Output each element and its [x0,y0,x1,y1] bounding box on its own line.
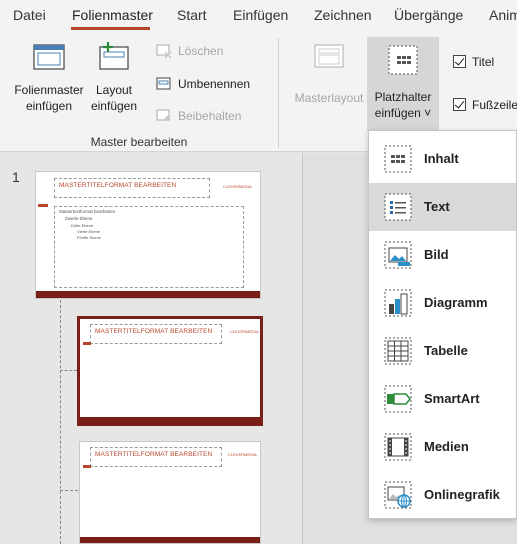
master-title-placeholder: MASTERTITELFORMAT BEARBEITEN [54,178,210,198]
master-title-text: MASTERTITELFORMAT BEARBEITEN [59,182,177,189]
title-checkbox-label: Titel [472,55,495,69]
insert-placeholder-label-1: Platzhalter [374,90,432,104]
preserve-button[interactable]: Beibehalten [156,107,241,125]
insert-placeholder-icon [388,45,418,75]
tab-zeichnen[interactable]: Zeichnen [314,7,372,23]
insert-layout-label-1: Layout [95,83,133,97]
chart-placeholder-icon [384,289,412,317]
master-body-level2: Zweite Ebene [65,216,93,221]
media-placeholder-icon [384,433,412,461]
delete-slide-icon [156,44,172,59]
dropdown-label-bild: Bild [424,247,449,262]
slide-number: 1 [12,169,20,185]
online-picture-placeholder-icon [384,481,412,509]
dropdown-label-text: Text [424,199,450,214]
slide-master-thumbnail[interactable]: MASTERTITELFORMAT BEARBEITEN CLEVERMEDIA… [35,171,261,299]
layout2-footer-bar [80,537,260,543]
dropdown-item-tabelle[interactable]: Tabelle [369,327,516,375]
master-body-level1: Mastertextformat bearbeiten [59,209,116,214]
layout-tree-branch-2 [60,490,78,491]
master-logo: CLEVERMEDIA [223,184,252,189]
active-tab-indicator [71,27,150,30]
layout1-logo: CLEVERMEDIA [230,329,259,334]
footer-checkbox-box[interactable] [453,98,466,111]
footer-checkbox[interactable]: Fußzeilen [453,97,517,115]
rename-button[interactable]: Umbenennen [156,75,250,93]
tab-einfuegen[interactable]: Einfügen [233,7,288,23]
tab-folienmaster[interactable]: Folienmaster [72,7,153,23]
insert-slide-master-label-1: Folienmaster [14,83,84,97]
layout1-accent-dots [83,342,91,345]
master-layout-button[interactable]: Masterlayout [290,42,368,124]
layout2-title-text: MASTERTITELFORMAT BEARBEITEN [95,451,213,458]
layout1-title-placeholder: MASTERTITELFORMAT BEARBEITEN [90,324,222,344]
preserve-pin-icon [156,109,171,121]
ribbon-group-separator [278,38,279,148]
dropdown-label-onlinegrafik: Onlinegrafik [424,487,500,502]
master-body-level4: Vierte Ebene [77,229,101,234]
ribbon-tab-bar: Datei Folienmaster Start Einfügen Zeichn… [0,0,517,32]
dropdown-label-medien: Medien [424,439,469,454]
layout2-logo: CLEVERMEDIA [228,452,257,457]
master-body-placeholder: Mastertextformat bearbeiten Zweite Ebene… [54,206,244,288]
master-body-level3: Dritte Ebene [71,223,94,228]
dropdown-label-inhalt: Inhalt [424,151,459,166]
text-placeholder-icon [384,193,412,221]
master-body-level5: Fünfte Ebene [77,235,102,240]
layout1-title-text: MASTERTITELFORMAT BEARBEITEN [95,328,213,335]
dropdown-item-inhalt[interactable]: Inhalt [369,135,516,183]
layout-thumbnail[interactable]: MASTERTITELFORMAT BEARBEITEN CLEVERMEDIA [79,441,261,544]
dropdown-item-smartart[interactable]: SmartArt [369,375,516,423]
slide-master-icon [33,44,65,70]
insert-placeholder-dropdown: Inhalt Text Bild Diagramm Tabelle SmartA… [368,130,517,519]
insert-slide-master-label-2: einfügen [25,99,73,113]
smartart-placeholder-icon [384,385,412,413]
tab-datei[interactable]: Datei [13,7,46,23]
master-layout-icon [314,44,344,68]
layout2-title-placeholder: MASTERTITELFORMAT BEARBEITEN [90,447,222,467]
table-placeholder-icon [384,337,412,365]
master-layout-label: Masterlayout [294,91,364,105]
layout-tree-branch-1 [60,370,77,371]
tab-animationen[interactable]: Anim [489,7,517,23]
footer-checkbox-label: Fußzeilen [472,98,517,112]
layout2-accent-dots [83,465,91,468]
rename-label: Umbenennen [178,77,251,91]
dropdown-label-diagramm: Diagramm [424,295,488,310]
layout-thumbnail-selected[interactable]: MASTERTITELFORMAT BEARBEITEN CLEVERMEDIA [77,316,263,426]
dropdown-item-onlinegrafik[interactable]: Onlinegrafik [369,471,516,519]
insert-placeholder-button[interactable]: Platzhalter einfügen ˅ [367,37,439,131]
dropdown-item-bild[interactable]: Bild [369,231,516,279]
picture-placeholder-icon [384,241,412,269]
dropdown-item-text[interactable]: Text [369,183,516,231]
dropdown-item-medien[interactable]: Medien [369,423,516,471]
title-checkbox-box[interactable] [453,55,466,68]
tab-start[interactable]: Start [177,7,207,23]
insert-placeholder-label-2: einfügen ˅ [374,106,432,120]
insert-layout-icon [99,42,129,70]
insert-layout-button[interactable]: Layout einfügen [88,42,140,124]
dropdown-label-tabelle: Tabelle [424,343,468,358]
insert-layout-label-2: einfügen [90,99,138,113]
dropdown-label-smartart: SmartArt [424,391,480,406]
layout1-footer-bar [80,417,260,423]
delete-button[interactable]: Löschen [156,42,223,60]
title-checkbox[interactable]: Titel [453,54,517,72]
group-caption-master-bearbeiten: Master bearbeiten [90,135,188,149]
insert-slide-master-button[interactable]: Folienmaster einfügen [10,42,88,124]
preserve-label: Beibehalten [178,109,242,123]
rename-icon [156,77,171,90]
layout-tree-line [60,300,61,544]
delete-label: Löschen [178,44,224,58]
dropdown-item-diagramm[interactable]: Diagramm [369,279,516,327]
master-accent-dots [38,204,48,207]
content-placeholder-icon [384,145,412,173]
tab-uebergaenge[interactable]: Übergänge [394,7,463,23]
master-footer-bar [36,291,260,298]
